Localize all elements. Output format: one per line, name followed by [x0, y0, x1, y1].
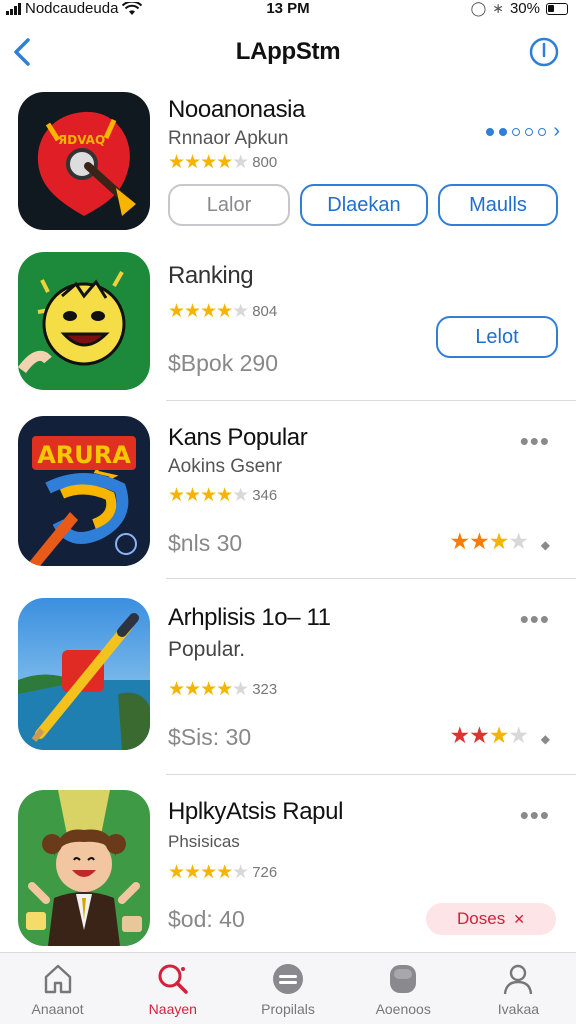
page-title: LAppStm [235, 38, 341, 65]
app-price-4: $Sis: 30 [168, 724, 252, 750]
app-price-3: $nls 30 [168, 530, 243, 556]
rating-stars: ★★★★★ [168, 152, 249, 173]
bluetooth-icon: ∗ [492, 0, 504, 16]
tab-bar: Anaanot Naayen Propilals Aoenoos Ivakaa [0, 952, 576, 1024]
chevron-right-icon: › [553, 120, 560, 142]
app1-button-2[interactable]: Dlaekan [300, 184, 428, 226]
tab-propilals[interactable]: Propilals [230, 953, 345, 1024]
info-button[interactable] [528, 36, 560, 68]
more-dots-link[interactable]: › [486, 120, 560, 143]
info-circle-icon [529, 37, 559, 67]
app-icon-1[interactable]: ЯDVAQ [18, 92, 150, 230]
person-icon [504, 964, 533, 995]
app-rating-4: ★★★★★ 323 [168, 678, 277, 701]
app-name-5[interactable]: HplkyAtsis Rapul [168, 798, 343, 826]
disclosure-diamond-icon[interactable]: ◆ [541, 732, 550, 746]
app1-button-1[interactable]: Lalor [168, 184, 290, 226]
home-icon [44, 964, 71, 994]
close-icon: ✕ [513, 910, 525, 927]
app-subtitle-1: Rnnaor Apkun [168, 128, 289, 149]
tab-apps[interactable]: Aoenoos [346, 953, 461, 1024]
tab-label: Aoenoos [375, 1001, 431, 1017]
tab-home[interactable]: Anaanot [0, 953, 115, 1024]
app-price-2: $Bpok 290 [168, 350, 278, 376]
tab-label: Naayen [148, 1001, 197, 1017]
app-icon-2[interactable] [18, 252, 150, 390]
rating-stars: ★★★★★ [168, 862, 249, 883]
status-bar: Nodcaudeuda 13 PM ◯ ∗ 30% [0, 0, 576, 20]
status-badge[interactable]: Doses ✕ [426, 903, 556, 935]
battery-icon [546, 2, 568, 15]
svg-text:ЯDVAQ: ЯDVAQ [58, 133, 105, 147]
disclosure-diamond-icon[interactable]: ◆ [541, 538, 550, 552]
app-icon-4[interactable] [18, 598, 150, 750]
app-subtitle-3: Aokins Gsenr [168, 456, 283, 477]
tab-label: Ivakaa [497, 1001, 540, 1017]
app-name-4[interactable]: Arhplisis 1o– 11 [168, 604, 331, 632]
tab-label: Anaanot [31, 1001, 84, 1017]
stack-icon [273, 964, 303, 994]
app-icon-5[interactable] [18, 790, 150, 946]
rating-stars: ★★★★★ [168, 301, 249, 322]
rating-count: 726 [252, 864, 278, 881]
more-options-icon[interactable]: ••• [520, 606, 550, 632]
row-divider [166, 578, 576, 579]
rating-count: 323 [252, 681, 278, 698]
app-name-1[interactable]: Nooanonasia [168, 96, 305, 124]
search-icon [158, 964, 188, 994]
app-price-5: $od: 40 [168, 906, 245, 932]
rating-count: 800 [252, 154, 278, 171]
more-options-icon[interactable]: ••• [520, 802, 550, 828]
rating-stars: ★★★★★ [168, 485, 249, 506]
app-rating-2: ★★★★★ 804 [168, 300, 277, 323]
more-options-icon[interactable]: ••• [520, 428, 550, 454]
app-name-2[interactable]: Ranking [168, 262, 254, 290]
rating-stars-large: ★★★★ [449, 722, 529, 748]
app1-button-3[interactable]: Maulls [438, 184, 558, 226]
nav-bar: LAppStm [0, 22, 576, 84]
rating-stars-large: ★★★★ [449, 528, 529, 554]
row-divider [166, 400, 576, 401]
rating-stars: ★★★★★ [168, 679, 249, 700]
app-rating-1: ★★★★★ 800 [168, 151, 277, 174]
app-rating-5: ★★★★★ 726 [168, 861, 277, 884]
alarm-icon: ◯ [470, 0, 487, 16]
tab-profile[interactable]: Ivakaa [461, 953, 576, 1024]
app-rating-3: ★★★★★ 346 [168, 484, 277, 507]
app-subtitle-4: Popular. [168, 638, 246, 661]
app-name-3[interactable]: Kans Popular [168, 424, 308, 452]
row-divider [166, 774, 576, 775]
badge-label: Doses [457, 909, 506, 928]
app-icon-3[interactable]: ARURA [18, 416, 150, 566]
tab-label: Propilals [261, 1001, 315, 1017]
apps-icon [390, 965, 417, 993]
app-subtitle-5: Phsisicas [168, 832, 240, 851]
app2-button[interactable]: Lelot [436, 316, 558, 358]
tab-search[interactable]: Naayen [115, 953, 230, 1024]
rating-count: 346 [252, 487, 278, 504]
rating-count: 804 [252, 303, 278, 320]
battery-percent: 30% [509, 0, 540, 17]
svg-text:ARURA: ARURA [37, 441, 131, 469]
